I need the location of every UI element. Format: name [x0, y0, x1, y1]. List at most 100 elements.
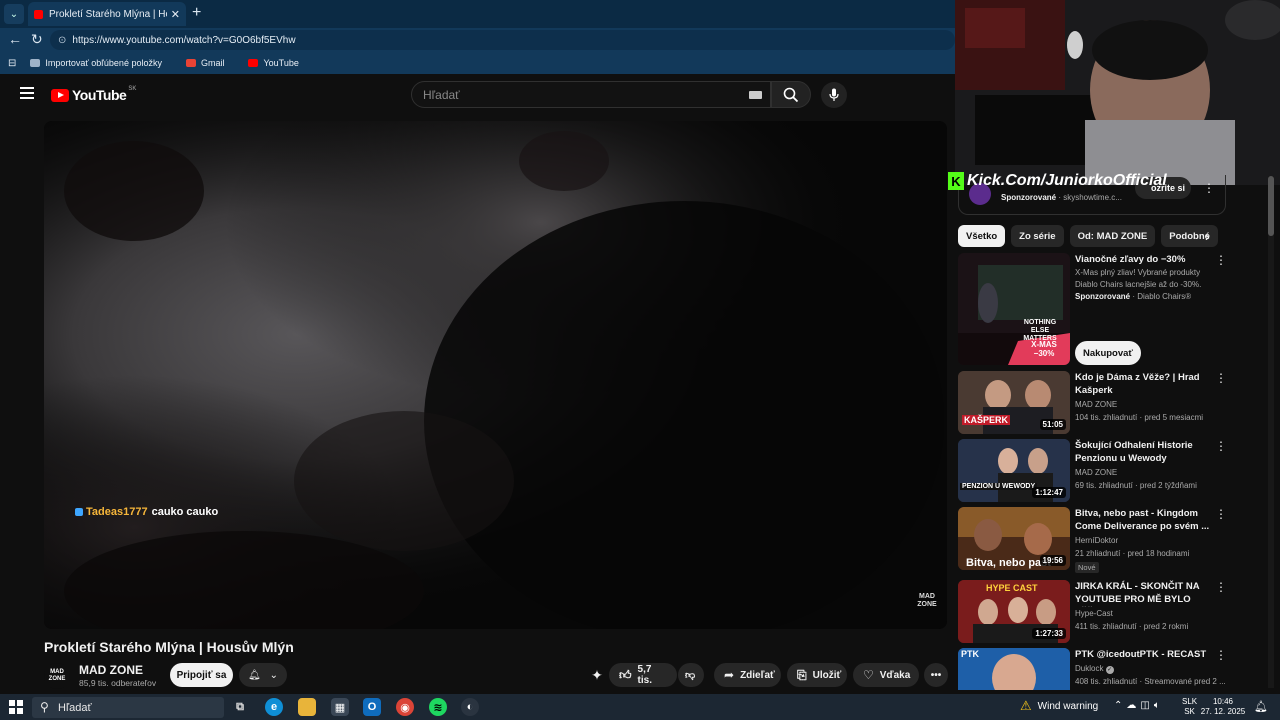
sidebar-scrollbar[interactable]: [1268, 176, 1274, 688]
recommendation-title[interactable]: PTK @icedoutPTK - RECAST: [1075, 648, 1215, 661]
channel-watermark[interactable]: MAD ZONE: [916, 593, 938, 609]
task-view-icon[interactable]: ⧉: [231, 698, 249, 716]
video-player[interactable]: [44, 121, 947, 629]
recommendation-channel[interactable]: MAD ZONE: [1075, 468, 1117, 477]
notifications-icon[interactable]: 🔔︎: [1254, 700, 1268, 713]
new-tab-button[interactable]: +: [192, 4, 201, 22]
tab-actions-menu-button[interactable]: ⌄: [4, 4, 24, 24]
sponsored-product-card[interactable]: NOTHING ELSE MATTERS X-MAS −30% Vianočné…: [958, 253, 1228, 365]
channel-avatar[interactable]: MAD ZONE: [44, 663, 70, 689]
webcam-image: [955, 0, 1280, 185]
cloud-icon[interactable]: ☁: [1126, 700, 1140, 711]
verified-check-icon: ✓: [1105, 666, 1114, 674]
more-vertical-icon[interactable]: ⋮: [1203, 181, 1215, 195]
input-language[interactable]: SLK SK: [1182, 697, 1197, 717]
recommendation-thumbnail[interactable]: Bitva, nebo past 19:56: [958, 507, 1070, 570]
weather-widget[interactable]: ⚠ Wind warning: [1020, 698, 1098, 714]
spotify-icon[interactable]: ≋: [429, 698, 447, 716]
search-button[interactable]: [771, 81, 811, 108]
recommendation-item[interactable]: HYPE CAST 1:27:33 JIRKA KRÁL - SKONČIT N…: [958, 580, 1228, 643]
more-actions-button[interactable]: •••: [924, 663, 948, 687]
more-vertical-icon[interactable]: ⋮: [1215, 253, 1227, 267]
recommendation-title[interactable]: Kdo je Dáma z Věže? | Hrad Kašperk: [1075, 371, 1215, 397]
more-vertical-icon[interactable]: ⋮: [1215, 439, 1227, 453]
menu-hamburger-icon[interactable]: [20, 87, 34, 99]
chrome-icon[interactable]: ◉: [396, 698, 414, 716]
thanks-button[interactable]: ♡ Vďaka: [853, 663, 919, 687]
back-arrow-icon[interactable]: ←: [8, 31, 22, 47]
clock-time: 10:46: [1212, 697, 1234, 706]
notifications-button[interactable]: 🔔︎ ⌄: [239, 663, 287, 687]
youtube-play-logo-icon: [51, 88, 69, 102]
ask-ai-sparkle-button[interactable]: ✦: [586, 663, 608, 687]
dislike-button[interactable]: 👎︎: [678, 663, 704, 687]
reading-mode-icon[interactable]: ⊟: [8, 58, 16, 69]
recommendation-thumbnail[interactable]: KAŠPERK 51:05: [958, 371, 1070, 434]
obs-studio-icon[interactable]: ◐: [461, 698, 479, 716]
chip-from-channel[interactable]: Od: MAD ZONE: [1069, 225, 1156, 247]
network-icon[interactable]: ◫: [1140, 700, 1153, 711]
more-vertical-icon[interactable]: ⋮: [1215, 580, 1227, 594]
close-tab-icon[interactable]: ✕: [171, 8, 180, 21]
recommendation-item[interactable]: Bitva, nebo past 19:56 Bitva, nebo past …: [958, 507, 1228, 577]
recommendation-meta: 21 zhliadnutí · pred 18 hodinami: [1075, 549, 1190, 558]
favorite-youtube[interactable]: YouTube: [248, 58, 299, 68]
like-count: 5,7 tis.: [637, 664, 652, 686]
site-info-icon[interactable]: ⊙: [58, 35, 66, 46]
recommendation-title[interactable]: JIRKA KRÁL - SKONČIT NA YOUTUBE PRO MĚ B…: [1075, 580, 1215, 607]
more-vertical-icon[interactable]: ⋮: [1215, 648, 1227, 662]
system-tray[interactable]: ⌃☁◫🔈︎: [1114, 700, 1164, 711]
windows-start-icon[interactable]: [9, 700, 23, 714]
ad-title[interactable]: Vianočné zľavy do −30%: [1075, 253, 1215, 266]
url-field[interactable]: ⊙ https://www.youtube.com/watch?v=G0O6bf…: [50, 30, 955, 50]
recommendation-thumbnail[interactable]: HYPE CAST 1:27:33: [958, 580, 1070, 643]
share-button[interactable]: ➦ Zdieľať: [714, 663, 781, 687]
taskbar-search-input[interactable]: ⚲ Hľadať: [32, 697, 224, 718]
recommendation-title[interactable]: Šokující Odhalení Historie Penzionu u We…: [1075, 439, 1215, 465]
ad-thumbnail[interactable]: NOTHING ELSE MATTERS X-MAS −30%: [958, 253, 1070, 365]
recommendation-channel[interactable]: Hype-Cast: [1075, 609, 1113, 618]
clock-date: 27. 12. 2025: [1200, 707, 1246, 716]
voice-search-button[interactable]: [821, 82, 847, 108]
sponsored-label: Sponzorované: [1075, 292, 1131, 301]
like-button[interactable]: 👍︎ 5,7 tis.: [609, 663, 677, 687]
recommendation-thumbnail[interactable]: PENZION U WEWODY 1:12:47: [958, 439, 1070, 502]
recommendation-title[interactable]: Bitva, nebo past - Kingdom Come Delivera…: [1075, 507, 1215, 533]
chip-series[interactable]: Zo série: [1011, 225, 1064, 247]
save-button[interactable]: ⎘ Uložiť: [787, 663, 847, 687]
recommendation-channel[interactable]: HerníDoktor: [1075, 536, 1118, 545]
shop-button[interactable]: Nakupovať: [1075, 341, 1141, 365]
channel-name[interactable]: MAD ZONE: [79, 663, 143, 677]
scrollbar-thumb[interactable]: [1268, 176, 1274, 236]
recommendation-item[interactable]: PENZION U WEWODY 1:12:47 Šokující Odhale…: [958, 439, 1228, 502]
youtube-logo[interactable]: YouTube SK: [51, 86, 136, 103]
kick-url-text: Kick.Com/JuniorkoOfficial: [967, 172, 1167, 189]
chevron-up-icon[interactable]: ⌃: [1114, 700, 1126, 711]
chip-all[interactable]: Všetko: [958, 225, 1006, 247]
browser-tab-active[interactable]: Prokletí Starého Mlýna | Housův M ✕: [28, 2, 186, 26]
edge-browser-icon[interactable]: e: [265, 698, 283, 716]
file-explorer-icon[interactable]: [298, 698, 316, 716]
refresh-icon[interactable]: ↻: [31, 31, 43, 48]
recommendation-channel[interactable]: Duklock ✓: [1075, 664, 1114, 674]
favorite-gmail[interactable]: Gmail: [185, 58, 224, 68]
recommendation-thumbnail[interactable]: PTK: [958, 648, 1070, 690]
volume-icon[interactable]: 🔈︎: [1154, 700, 1164, 711]
duration-badge: 51:05: [1039, 419, 1066, 430]
recommendation-meta: 411 tis. zhliadnutí · pred 2 rokmi: [1075, 622, 1189, 631]
recommendation-channel[interactable]: MAD ZONE: [1075, 400, 1117, 409]
recommendation-item[interactable]: KAŠPERK 51:05 Kdo je Dáma z Věže? | Hrad…: [958, 371, 1228, 434]
more-vertical-icon[interactable]: ⋮: [1215, 371, 1227, 385]
outlook-icon[interactable]: O: [363, 698, 381, 716]
chevron-right-icon[interactable]: ›: [1205, 228, 1210, 244]
clock[interactable]: 10:46 27. 12. 2025: [1200, 697, 1246, 717]
join-button[interactable]: Pripojiť sa: [170, 663, 233, 687]
recommendation-item[interactable]: PTK PTK @icedoutPTK - RECAST Duklock ✓ 4…: [958, 648, 1228, 690]
search-input[interactable]: Hľadať: [411, 81, 771, 108]
microsoft-store-icon[interactable]: ▦: [331, 698, 349, 716]
more-vertical-icon[interactable]: ⋮: [1215, 507, 1227, 521]
keyboard-icon[interactable]: [749, 91, 762, 99]
youtube-favicon-icon: [34, 9, 43, 19]
favorite-import[interactable]: Importovať obľúbené položky: [30, 58, 162, 68]
ad-thumb-discount: X-MAS −30%: [1031, 340, 1057, 358]
